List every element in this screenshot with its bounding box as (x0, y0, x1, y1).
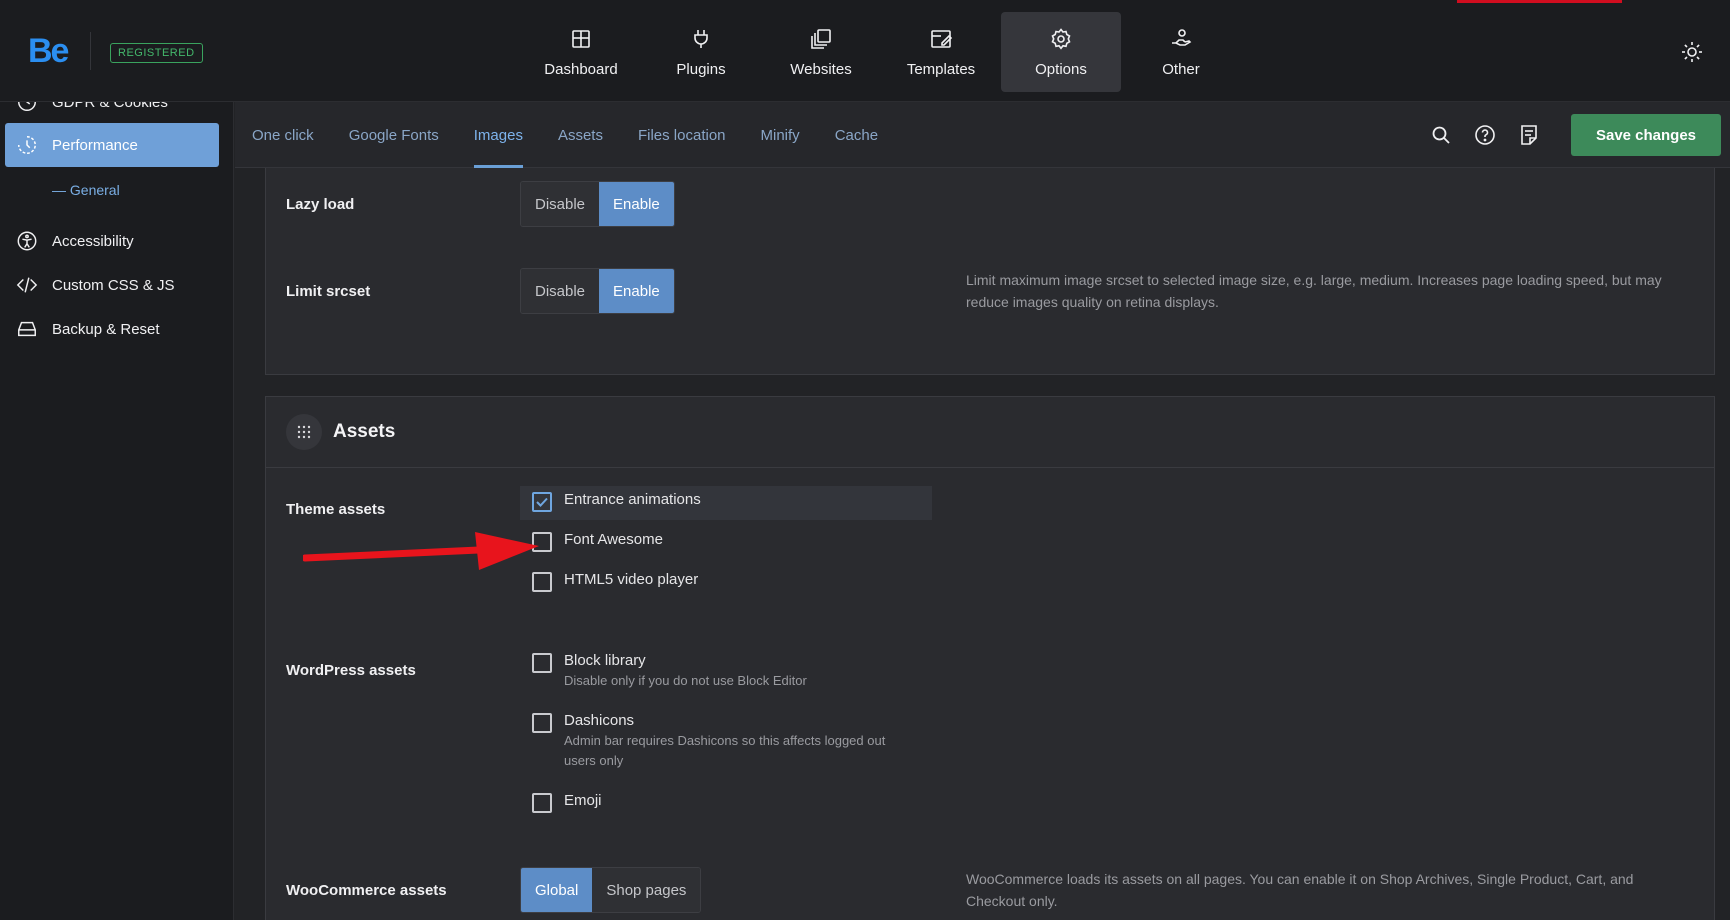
lazy-load-enable-button[interactable]: Enable (599, 182, 674, 226)
templates-icon (931, 29, 953, 48)
plug-icon (694, 29, 708, 48)
gear-icon (1051, 27, 1071, 50)
nav-dashboard[interactable]: Dashboard (521, 12, 641, 92)
limit-srcset-description: Limit maximum image srcset to selected i… (966, 272, 1662, 310)
sun-icon[interactable] (1680, 40, 1704, 64)
dashboard-icon (572, 29, 590, 48)
nav-options[interactable]: Options (1001, 12, 1121, 92)
save-changes-button[interactable]: Save changes (1571, 114, 1721, 156)
woocommerce-assets-toggle: Global Shop pages (520, 867, 702, 913)
registered-badge: REGISTERED (110, 43, 203, 63)
hand-user-icon (1172, 28, 1192, 46)
sidebar-item-label: Accessibility (52, 232, 134, 250)
red-top-strip (1457, 0, 1622, 3)
drive-icon (18, 321, 36, 337)
sidebar-item-gdpr[interactable]: GDPR & Cookies (0, 102, 233, 124)
nav-websites[interactable]: Websites (761, 12, 881, 92)
help-icon[interactable] (1473, 123, 1497, 147)
nav-other-label: Other (1162, 60, 1200, 78)
code-icon (16, 277, 38, 293)
sidebar-item-label: GDPR & Cookies (52, 102, 168, 111)
tab-minify[interactable]: Minify (761, 102, 800, 168)
nav-templates[interactable]: Templates (881, 12, 1001, 92)
lazy-load-label: Lazy load (286, 196, 355, 213)
nav-options-label: Options (1035, 60, 1087, 78)
checkbox-empty-icon (532, 793, 552, 813)
nav-plugins[interactable]: Plugins (641, 12, 761, 92)
emoji-label: Emoji (564, 792, 602, 809)
woocommerce-shop-pages-button[interactable]: Shop pages (592, 868, 701, 912)
assets-section-title: Assets (333, 421, 396, 442)
nav-dashboard-label: Dashboard (544, 60, 618, 78)
sidebar: GDPR & Cookies Performance — General Acc… (0, 102, 234, 920)
checkbox-empty-icon (532, 713, 552, 733)
block-library-label: Block library (564, 652, 646, 669)
html5-video-player-label: HTML5 video player (564, 571, 699, 588)
gdpr-icon (18, 102, 36, 111)
options-tabs: One click Google Fonts Images Assets Fil… (252, 102, 913, 168)
sidebar-item-accessibility[interactable]: Accessibility (0, 219, 233, 263)
sidebar-item-backup-reset[interactable]: Backup & Reset (0, 307, 233, 351)
checkbox-checked-icon (532, 492, 552, 512)
websites-icon (811, 28, 831, 49)
woocommerce-assets-description: WooCommerce loads its assets on all page… (966, 871, 1634, 909)
sidebar-item-label: Backup & Reset (52, 320, 160, 338)
sidebar-item-custom-css-js[interactable]: Custom CSS & JS (0, 263, 233, 307)
block-library-note: Disable only if you do not use Block Edi… (564, 673, 807, 688)
top-bar: Be REGISTERED Dashboard Plugins Websites… (0, 0, 1730, 102)
main-nav: Dashboard Plugins Websites Templates Opt… (521, 12, 1241, 92)
font-awesome-label: Font Awesome (564, 531, 663, 548)
lazy-load-disable-button[interactable]: Disable (521, 182, 600, 226)
tab-cache[interactable]: Cache (835, 102, 878, 168)
theme-assets-label: Theme assets (286, 501, 386, 518)
search-icon[interactable] (1429, 123, 1453, 147)
tab-images[interactable]: Images (473, 102, 524, 168)
be-logo[interactable]: Be (28, 32, 69, 71)
nav-other[interactable]: Other (1121, 12, 1241, 92)
accessibility-icon (17, 231, 37, 251)
wordpress-assets-label: WordPress assets (286, 662, 416, 679)
sidebar-item-label: Custom CSS & JS (52, 276, 175, 294)
sidebar-item-label: Performance (52, 136, 138, 154)
html5-video-player-checkbox[interactable]: HTML5 video player (532, 571, 698, 592)
lazy-load-toggle: Disable Enable (520, 181, 675, 227)
sidebar-subitem-general[interactable]: — General (52, 182, 120, 198)
emoji-checkbox[interactable]: Emoji (532, 792, 602, 813)
tab-files-location[interactable]: Files location (638, 102, 726, 168)
notes-icon[interactable] (1517, 123, 1541, 147)
woocommerce-assets-label: WooCommerce assets (286, 882, 447, 899)
limit-srcset-label: Limit srcset (286, 283, 371, 300)
tab-one-click[interactable]: One click (252, 102, 314, 168)
tab-google-fonts[interactable]: Google Fonts (349, 102, 439, 168)
block-library-checkbox[interactable]: Block library Disable only if you do not… (532, 652, 807, 691)
logo-divider (90, 32, 91, 70)
sidebar-item-performance[interactable]: Performance (5, 123, 219, 167)
limit-srcset-enable-button[interactable]: Enable (599, 269, 674, 313)
images-panel: Lazy load Disable Enable Limit srcset Di… (265, 168, 1715, 375)
dashicons-note: Admin bar requires Dashicons so this aff… (564, 733, 886, 768)
sidebar-subitem-label: General (69, 182, 120, 198)
entrance-animations-checkbox[interactable]: Entrance animations (532, 491, 701, 512)
entrance-animations-label: Entrance animations (564, 491, 701, 508)
tab-assets[interactable]: Assets (558, 102, 603, 168)
woocommerce-global-button[interactable]: Global (521, 868, 593, 912)
font-awesome-checkbox[interactable]: Font Awesome (532, 531, 663, 552)
red-arrow-annotation (303, 532, 539, 570)
dashicons-checkbox[interactable]: Dashicons Admin bar requires Dashicons s… (532, 712, 904, 771)
tabs-bar: One click Google Fonts Images Assets Fil… (235, 102, 1730, 168)
performance-icon (18, 136, 36, 154)
nav-plugins-label: Plugins (676, 60, 726, 78)
limit-srcset-toggle: Disable Enable (520, 268, 675, 314)
assets-panel-head: Assets (266, 397, 1714, 468)
limit-srcset-disable-button[interactable]: Disable (521, 269, 600, 313)
assets-panel: Assets Theme assets Entrance animations … (265, 396, 1715, 920)
nav-websites-label: Websites (790, 60, 852, 78)
dashicons-label: Dashicons (564, 712, 635, 729)
nav-templates-label: Templates (906, 60, 976, 78)
grid-dots-icon (286, 414, 322, 450)
checkbox-empty-icon (532, 653, 552, 673)
